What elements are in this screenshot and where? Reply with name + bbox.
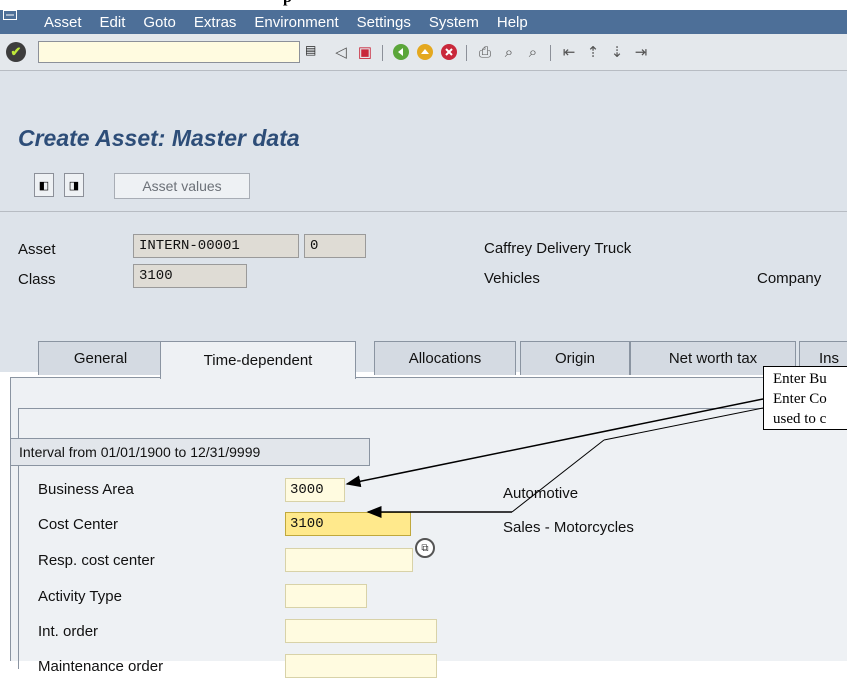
- tab-time-dependent[interactable]: Time-dependent: [160, 341, 356, 379]
- maintenance-order-input[interactable]: [285, 654, 437, 678]
- sub-number-field: 0: [304, 234, 366, 258]
- toolbar-separator: [466, 45, 467, 61]
- asset-description: Caffrey Delivery Truck: [484, 240, 632, 257]
- back-icon[interactable]: [390, 41, 412, 63]
- menu-environment[interactable]: Environment: [254, 14, 338, 31]
- class-field: 3100: [133, 264, 247, 288]
- tab-strip: General Time-dependent Allocations Origi…: [0, 341, 847, 379]
- menu-goto[interactable]: Goto: [143, 14, 176, 31]
- business-area-label: Business Area: [38, 481, 134, 498]
- cost-center-label: Cost Center: [38, 516, 119, 533]
- top-strip: p: [0, 0, 847, 10]
- activity-type-label: Activity Type: [38, 588, 122, 605]
- cancel-icon[interactable]: [438, 41, 460, 63]
- cost-center-input[interactable]: 3100: [285, 512, 411, 536]
- interval-group-title: Interval from 01/01/1900 to 12/31/9999: [10, 438, 370, 466]
- asset-number-field: INTERN-00001: [133, 234, 299, 258]
- find-icon[interactable]: ⌕: [498, 41, 520, 63]
- business-area-description: Automotive: [503, 485, 579, 502]
- menu-bar: Asset Edit Goto Extras Environment Setti…: [0, 10, 847, 34]
- next-object-icon[interactable]: ◨: [64, 173, 84, 197]
- cost-center-description: Sales - Motorcycles: [503, 519, 634, 536]
- toolbar-separator: [550, 45, 551, 61]
- activity-type-input[interactable]: [285, 584, 367, 608]
- command-field[interactable]: [38, 41, 300, 63]
- menu-system[interactable]: System: [429, 14, 479, 31]
- business-area-input[interactable]: 3000: [285, 478, 345, 502]
- previous-object-icon[interactable]: ◧: [34, 173, 54, 197]
- menu-settings[interactable]: Settings: [357, 14, 411, 31]
- first-page-icon[interactable]: ⇤: [558, 41, 580, 63]
- class-label: Class: [18, 271, 56, 288]
- callout-line-1: Enter Bu: [773, 371, 827, 387]
- back-arrow-icon[interactable]: ◁: [330, 41, 352, 63]
- asset-values-button[interactable]: Asset values: [114, 173, 250, 199]
- int-order-label: Int. order: [38, 623, 99, 640]
- command-history-icon[interactable]: ▤: [305, 43, 320, 60]
- save-icon[interactable]: ▣: [354, 41, 376, 63]
- int-order-input[interactable]: [285, 619, 437, 643]
- search-help-icon[interactable]: ⧉: [415, 538, 435, 558]
- application-toolbar: ◧ ◨ Asset values: [0, 159, 847, 211]
- tab-general[interactable]: General: [38, 341, 163, 375]
- toolbar-separator: [382, 45, 383, 61]
- menu-help[interactable]: Help: [497, 14, 528, 31]
- standard-toolbar: ✔ ▤ ◁ ▣ ⎙ ⌕ ⌕ ⇤ ⇡ ⇣ ⇥: [0, 34, 847, 71]
- tab-origin[interactable]: Origin: [520, 341, 630, 375]
- enter-icon[interactable]: ✔: [6, 42, 26, 62]
- menu-extras[interactable]: Extras: [194, 14, 237, 31]
- maintenance-order-label: Maintenance order: [38, 658, 164, 675]
- callout-line-2: Enter Co: [773, 391, 827, 407]
- menu-edit[interactable]: Edit: [100, 14, 126, 31]
- resp-cost-center-input[interactable]: [285, 548, 413, 572]
- find-next-icon[interactable]: ⌕: [522, 41, 544, 63]
- exit-icon[interactable]: [414, 41, 436, 63]
- resp-cost-center-label: Resp. cost center: [38, 552, 155, 569]
- last-page-icon[interactable]: ⇥: [630, 41, 652, 63]
- next-page-icon[interactable]: ⇣: [606, 41, 628, 63]
- asset-label: Asset: [18, 241, 56, 258]
- instruction-callout: Enter Bu Enter Co used to c: [763, 366, 847, 430]
- callout-line-3: used to c: [773, 411, 827, 427]
- tab-allocations[interactable]: Allocations: [374, 341, 516, 375]
- print-icon[interactable]: ⎙: [474, 41, 496, 63]
- menu-asset[interactable]: Asset: [44, 14, 82, 31]
- company-label: Company: [757, 270, 822, 287]
- previous-page-icon[interactable]: ⇡: [582, 41, 604, 63]
- class-description: Vehicles: [484, 270, 540, 287]
- page-title: Create Asset: Master data: [18, 125, 300, 151]
- heading-clipped: p: [283, 0, 292, 7]
- title-area: Create Asset: Master data: [0, 71, 847, 159]
- system-menu-icon[interactable]: [3, 10, 17, 20]
